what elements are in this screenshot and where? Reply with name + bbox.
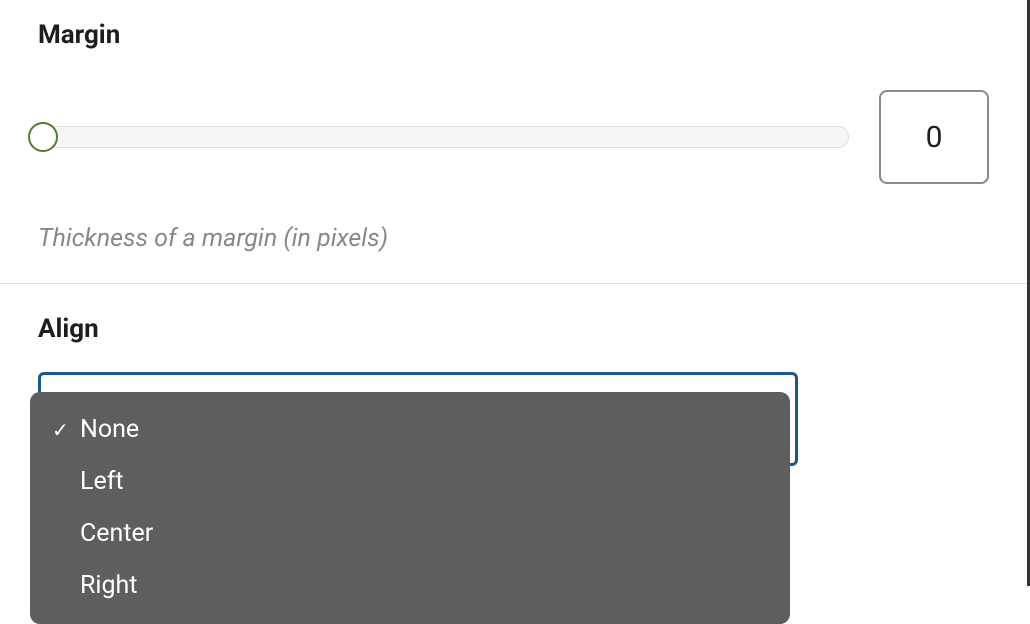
margin-control-row: 0	[38, 90, 989, 184]
margin-helper-text: Thickness of a margin (in pixels)	[38, 224, 989, 253]
align-dropdown-menu: ✓ None Left Center Right	[30, 392, 790, 624]
align-option-right[interactable]: Right	[30, 560, 790, 612]
margin-number-input[interactable]: 0	[879, 90, 989, 184]
option-label: Center	[80, 514, 153, 554]
align-option-none[interactable]: ✓ None	[30, 404, 790, 456]
slider-track	[38, 126, 849, 148]
option-label: Right	[80, 566, 137, 606]
option-label: None	[80, 410, 139, 450]
margin-slider[interactable]	[38, 126, 849, 148]
slider-thumb[interactable]	[28, 122, 58, 152]
margin-label: Margin	[38, 20, 989, 50]
align-option-left[interactable]: Left	[30, 456, 790, 508]
margin-section: Margin 0 Thickness of a margin (in pixel…	[0, 0, 1027, 284]
option-label: Left	[80, 462, 124, 502]
check-icon: ✓	[52, 414, 76, 446]
align-option-center[interactable]: Center	[30, 508, 790, 560]
align-label: Align	[38, 314, 989, 344]
